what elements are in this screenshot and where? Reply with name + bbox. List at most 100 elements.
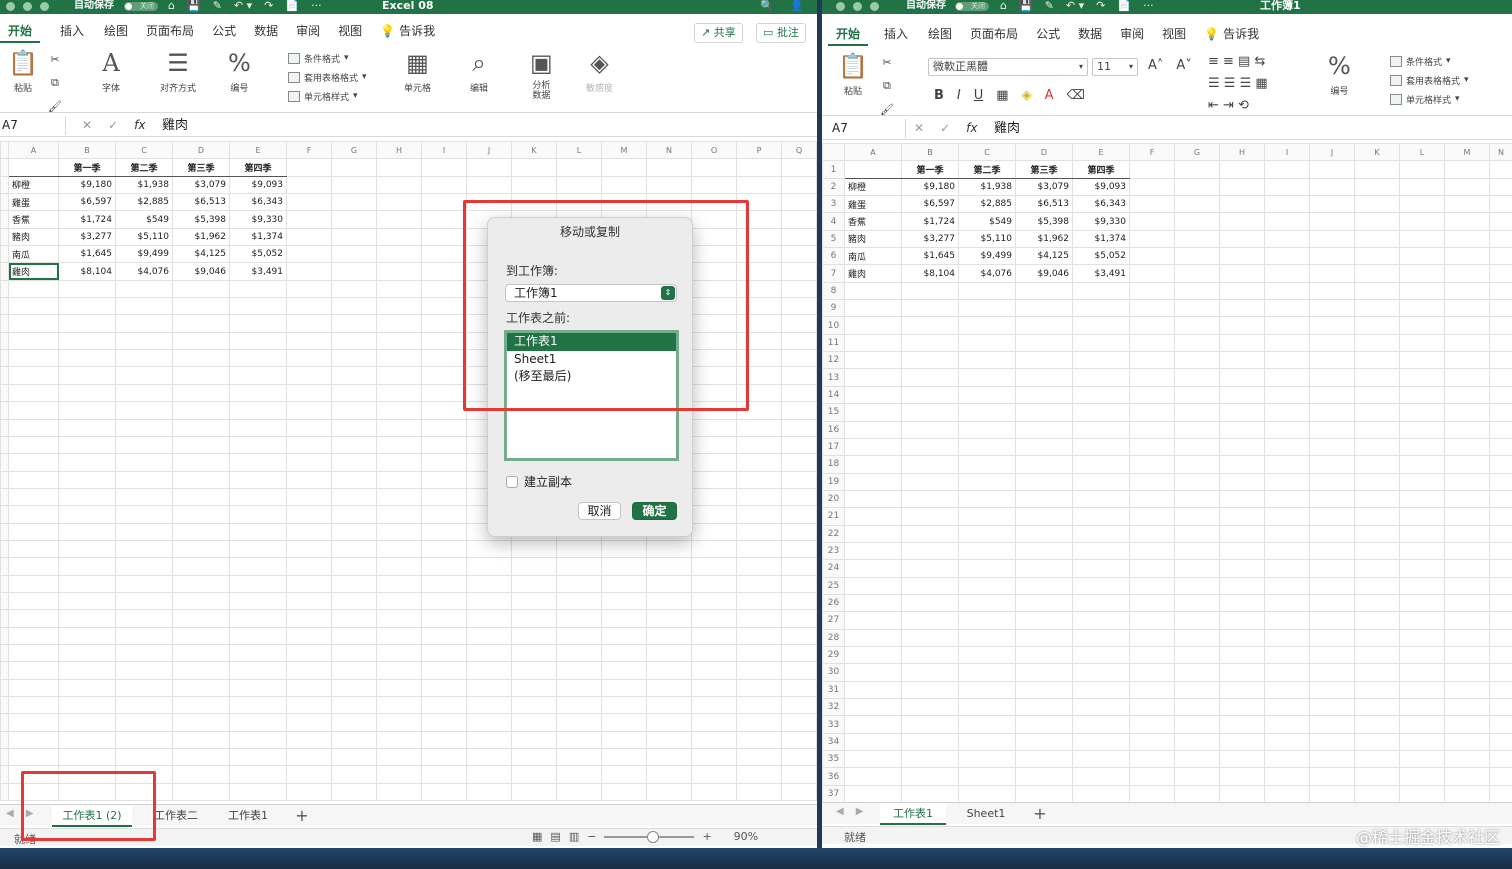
cell[interactable] xyxy=(1354,385,1400,405)
cell[interactable] xyxy=(1399,229,1445,249)
cell[interactable] xyxy=(844,715,902,734)
cell[interactable] xyxy=(1489,333,1512,353)
column-header[interactable]: C xyxy=(115,140,173,160)
cell[interactable] xyxy=(1489,316,1512,335)
cell[interactable] xyxy=(172,279,230,299)
cell[interactable] xyxy=(646,661,692,680)
cell[interactable] xyxy=(958,524,1016,543)
cell[interactable] xyxy=(781,557,817,576)
cell[interactable] xyxy=(58,522,116,541)
cell[interactable] xyxy=(1219,177,1265,197)
cell[interactable] xyxy=(1354,195,1400,214)
cell[interactable] xyxy=(1489,489,1512,509)
cell[interactable] xyxy=(958,767,1016,786)
cell[interactable] xyxy=(331,713,377,732)
column-header[interactable]: I xyxy=(421,140,467,160)
cell[interactable] xyxy=(115,418,173,437)
cell[interactable] xyxy=(601,193,647,212)
cell[interactable] xyxy=(286,748,332,767)
cell[interactable] xyxy=(421,626,467,645)
column-header[interactable]: K xyxy=(1354,142,1400,162)
cancel-button[interactable]: 取消 xyxy=(578,502,621,520)
cell[interactable] xyxy=(844,333,902,353)
cell[interactable] xyxy=(1399,472,1445,491)
cell[interactable] xyxy=(466,574,512,593)
row-header[interactable]: 9 xyxy=(822,299,845,318)
cell[interactable] xyxy=(1489,697,1512,717)
cell[interactable]: $549 xyxy=(115,210,173,229)
cell[interactable] xyxy=(958,420,1016,439)
cell[interactable] xyxy=(1174,576,1220,595)
cell[interactable] xyxy=(376,366,422,385)
cell[interactable] xyxy=(736,626,782,645)
row-header[interactable]: 15 xyxy=(822,403,845,422)
cell[interactable] xyxy=(1219,784,1265,804)
cell[interactable] xyxy=(286,782,332,802)
cell[interactable] xyxy=(901,368,959,387)
cell[interactable] xyxy=(229,418,287,437)
cell[interactable] xyxy=(172,349,230,368)
cell[interactable] xyxy=(691,765,737,784)
cell[interactable]: $9,046 xyxy=(172,262,230,281)
cell[interactable] xyxy=(511,730,557,750)
cell[interactable] xyxy=(1219,299,1265,318)
cell[interactable]: $1,374 xyxy=(229,227,287,247)
cell[interactable] xyxy=(331,366,377,385)
column-header[interactable]: J xyxy=(466,140,512,160)
cell[interactable] xyxy=(1354,732,1400,752)
cell[interactable] xyxy=(286,193,332,212)
row-header[interactable]: 12 xyxy=(822,351,845,370)
bold-icon[interactable]: B xyxy=(934,88,944,103)
cell[interactable] xyxy=(1354,576,1400,595)
cell[interactable] xyxy=(115,453,173,472)
cell[interactable] xyxy=(1444,576,1490,595)
column-header[interactable]: H xyxy=(376,140,422,160)
cell[interactable] xyxy=(511,643,557,663)
column-header[interactable]: A xyxy=(844,142,902,162)
cell[interactable] xyxy=(286,765,332,784)
cell[interactable] xyxy=(376,331,422,351)
cell[interactable]: 第四季 xyxy=(229,158,287,177)
cell[interactable] xyxy=(1399,160,1445,179)
row-header[interactable]: 29 xyxy=(822,645,845,665)
cell[interactable]: 豬肉 xyxy=(8,227,59,247)
cell[interactable] xyxy=(376,175,422,195)
cell[interactable] xyxy=(781,713,817,732)
cell[interactable] xyxy=(781,487,817,507)
sheet-option[interactable]: 工作表1 xyxy=(507,333,676,351)
cell[interactable] xyxy=(421,297,467,316)
cell[interactable] xyxy=(556,643,602,663)
cell[interactable] xyxy=(115,782,173,802)
cell[interactable] xyxy=(781,193,817,212)
cell[interactable] xyxy=(901,472,959,491)
cell[interactable] xyxy=(8,609,59,628)
cell[interactable] xyxy=(1354,507,1400,526)
cell[interactable] xyxy=(1309,645,1355,665)
cell[interactable] xyxy=(1309,750,1355,769)
cell[interactable] xyxy=(736,609,782,628)
row-header[interactable] xyxy=(0,748,9,767)
cell[interactable] xyxy=(58,713,116,732)
cell[interactable] xyxy=(511,557,557,576)
cell[interactable] xyxy=(1399,541,1445,561)
cell[interactable] xyxy=(781,748,817,767)
cell[interactable] xyxy=(556,609,602,628)
cell[interactable] xyxy=(958,541,1016,561)
cell[interactable] xyxy=(1489,541,1512,561)
cell[interactable] xyxy=(736,401,782,420)
cell[interactable] xyxy=(844,611,902,630)
cell[interactable] xyxy=(691,661,737,680)
cell[interactable] xyxy=(646,713,692,732)
cell[interactable] xyxy=(1444,281,1490,301)
cell[interactable] xyxy=(1309,524,1355,543)
cell[interactable]: $3,277 xyxy=(901,229,959,249)
cell[interactable] xyxy=(331,678,377,698)
cell[interactable] xyxy=(646,643,692,663)
row-header[interactable] xyxy=(0,487,9,507)
cell[interactable] xyxy=(958,403,1016,422)
cell[interactable] xyxy=(958,784,1016,804)
cell[interactable] xyxy=(601,765,647,784)
cell[interactable] xyxy=(8,401,59,420)
cell[interactable] xyxy=(1015,507,1073,526)
cell[interactable] xyxy=(511,158,557,177)
